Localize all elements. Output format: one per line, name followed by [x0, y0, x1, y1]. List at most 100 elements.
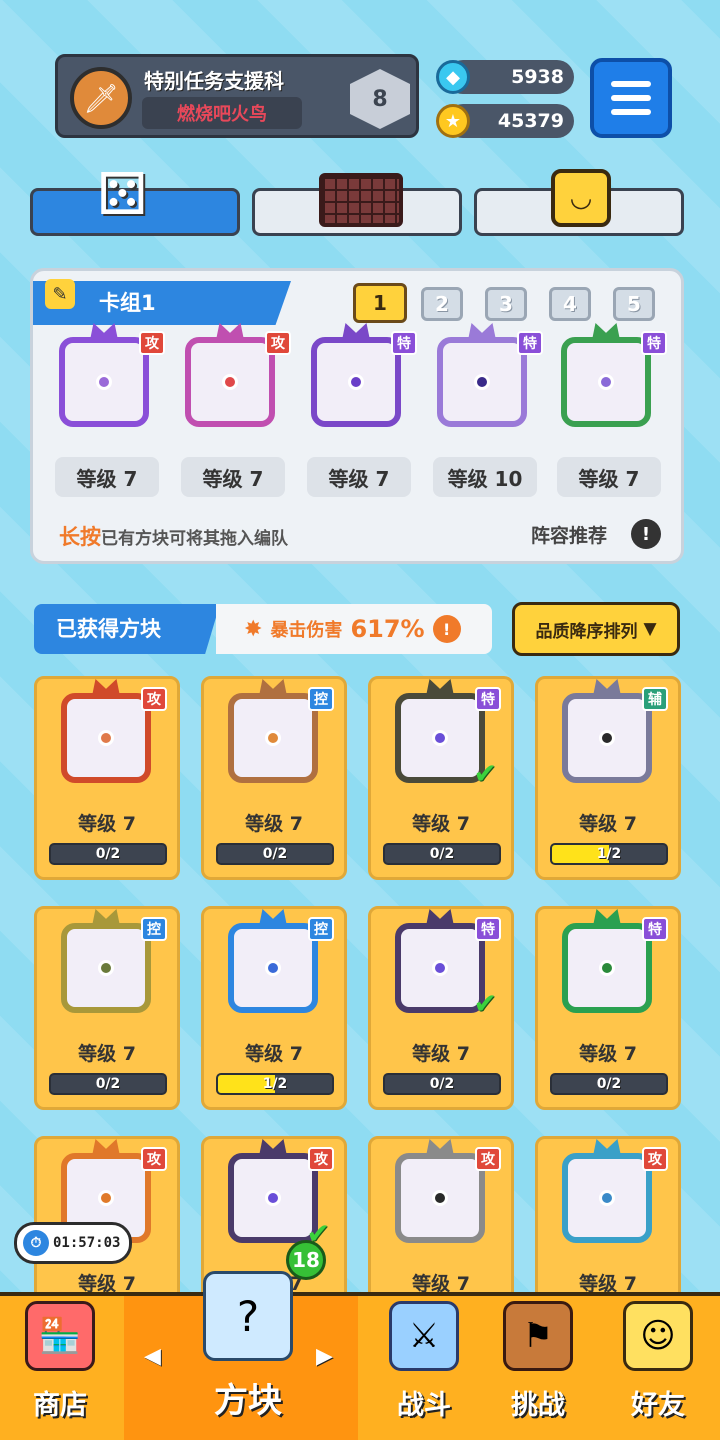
info-icon[interactable]: ! [631, 519, 661, 549]
lineup-recommend-link[interactable]: 阵容推荐 [531, 521, 607, 548]
dice-face [59, 337, 149, 427]
timer-badge[interactable]: ⏱ 01:57:03 [14, 1222, 132, 1264]
dice-pip-icon [474, 374, 490, 390]
dice-pip-icon [598, 374, 614, 390]
deck-dice-level: 等级 10 [433, 457, 537, 497]
shop-icon: 🏪 [25, 1301, 95, 1371]
sword-icon: 🗡 [83, 81, 119, 115]
type-tag: 攻 [475, 1147, 501, 1171]
type-tag: 控 [308, 917, 334, 941]
upgrade-progress-bar: 1/2 [216, 1073, 334, 1095]
nav-battle[interactable]: ⚔ 战斗 [364, 1296, 484, 1440]
nav-blocks-label: 方块 [214, 1381, 282, 1421]
dice-face [395, 1153, 485, 1243]
dice-card[interactable]: 特等级 7 0/2 [535, 906, 681, 1110]
deck-dice-1[interactable]: 攻 [179, 323, 291, 431]
sort-button[interactable]: 品质降序排列 ▼ [512, 602, 680, 656]
deck-number-2[interactable]: 2 [421, 287, 463, 321]
dice-pip-icon [432, 960, 448, 976]
dice-face [395, 923, 485, 1013]
dice-card[interactable]: 特 ✔ 等级 7 0/2 [368, 906, 514, 1110]
card-level: 等级 7 [245, 1043, 303, 1065]
type-tag: 攻 [308, 1147, 334, 1171]
chevron-left-icon[interactable]: ◀ [144, 1344, 161, 1369]
card-dice-10[interactable]: 攻 [389, 1139, 501, 1247]
obtained-title: 已获得方块 [34, 604, 220, 654]
deck-panel: 卡组1 ✎ 1 2 3 4 5 攻等级 7 攻等级 7 特等级 7 特等级 10 特等级… [30, 268, 684, 564]
nav-friends-label: 好友 [631, 1390, 685, 1421]
type-tag: 特 [475, 687, 501, 711]
upgrade-progress-bar: 0/2 [49, 1073, 167, 1095]
nav-friends[interactable]: ☺ 好友 [598, 1296, 718, 1440]
card-dice-5[interactable]: 控 [222, 909, 334, 1017]
dice-icon: ⚄ [97, 160, 148, 228]
upgrade-progress-bar: 0/2 [216, 843, 334, 865]
card-dice-0[interactable]: 攻 [55, 679, 167, 787]
upgrade-progress-bar: 0/2 [383, 843, 501, 865]
card-dice-11[interactable]: 攻 [556, 1139, 668, 1247]
card-dice-3[interactable]: 辅 [556, 679, 668, 787]
notification-badge: 18 [286, 1240, 326, 1280]
chevron-right-icon[interactable]: ▶ [316, 1344, 333, 1369]
menu-button[interactable] [590, 58, 672, 138]
tab-emoji[interactable]: ◡ [474, 169, 684, 236]
card-level: 等级 7 [412, 1043, 470, 1065]
dice-face [228, 923, 318, 1013]
progress-text: 1/2 [596, 846, 622, 862]
deck-dice-4[interactable]: 特 [555, 323, 667, 431]
gem-icon: ◆ [436, 60, 470, 94]
friend-cube-icon: ☺ [623, 1301, 693, 1371]
chevron-down-icon: ▼ [643, 619, 657, 639]
rank-badge: 8 [350, 69, 410, 129]
dice-card[interactable]: 攻等级 7 0/2 [34, 676, 180, 880]
card-dice-4[interactable]: 控 [55, 909, 167, 1017]
deck-number-3[interactable]: 3 [485, 287, 527, 321]
edit-pencil-icon[interactable]: ✎ [45, 279, 75, 309]
dice-pip-icon [265, 960, 281, 976]
deck-number-1[interactable]: 1 [353, 283, 407, 323]
tab-dice[interactable]: ⚄ [30, 160, 240, 236]
dice-pip-icon [98, 960, 114, 976]
progress-text: 0/2 [429, 846, 455, 862]
progress-text: 0/2 [596, 1076, 622, 1092]
timer-text: 01:57:03 [53, 1235, 121, 1251]
deck-dice-0[interactable]: 攻 [53, 323, 165, 431]
deck-dice-2[interactable]: 特 [305, 323, 417, 431]
nav-shop[interactable]: 🏪 商店 [0, 1296, 120, 1440]
tab-board[interactable] [252, 173, 462, 236]
mystery-cube-icon: ? [203, 1271, 293, 1361]
dice-card[interactable]: 控等级 7 1/2 [201, 906, 347, 1110]
dice-face [185, 337, 275, 427]
deck-dice-3[interactable]: 特 [431, 323, 543, 431]
deck-dice-level: 等级 7 [307, 457, 411, 497]
deck-number-5[interactable]: 5 [613, 287, 655, 321]
dice-card[interactable]: 控等级 7 0/2 [34, 906, 180, 1110]
type-tag: 攻 [139, 331, 165, 355]
card-dice-1[interactable]: 控 [222, 679, 334, 787]
menu-icon-line [611, 109, 651, 115]
dice-pip-icon [348, 374, 364, 390]
dice-face [562, 693, 652, 783]
dice-card[interactable]: 辅等级 7 1/2 [535, 676, 681, 880]
crit-info-icon[interactable]: ! [432, 615, 461, 643]
card-dice-7[interactable]: 特 [556, 909, 668, 1017]
equipped-check-icon: ✔ [473, 987, 497, 1020]
nav-challenge[interactable]: ⚑ 挑战 [478, 1296, 598, 1440]
menu-icon-line [611, 95, 651, 101]
menu-icon-line [611, 81, 651, 87]
dice-card[interactable]: 控等级 7 0/2 [201, 676, 347, 880]
deck-dice-level: 等级 7 [557, 457, 661, 497]
dice-pip-icon [222, 374, 238, 390]
dice-face [562, 1153, 652, 1243]
stopwatch-icon: ⏱ [23, 1230, 49, 1256]
type-tag: 特 [517, 331, 543, 355]
dice-card[interactable]: 特 ✔ 等级 7 0/2 [368, 676, 514, 880]
upgrade-progress-bar: 1/2 [550, 843, 668, 865]
type-tag: 辅 [642, 687, 668, 711]
deck-dice-level: 等级 7 [55, 457, 159, 497]
player-card[interactable]: 🗡 特别任务支援科 燃烧吧火鸟 8 [55, 54, 419, 138]
smile-emoji-icon: ◡ [551, 169, 611, 227]
deck-number-4[interactable]: 4 [549, 287, 591, 321]
type-tag: 攻 [141, 1147, 167, 1171]
nav-challenge-label: 挑战 [511, 1390, 565, 1421]
